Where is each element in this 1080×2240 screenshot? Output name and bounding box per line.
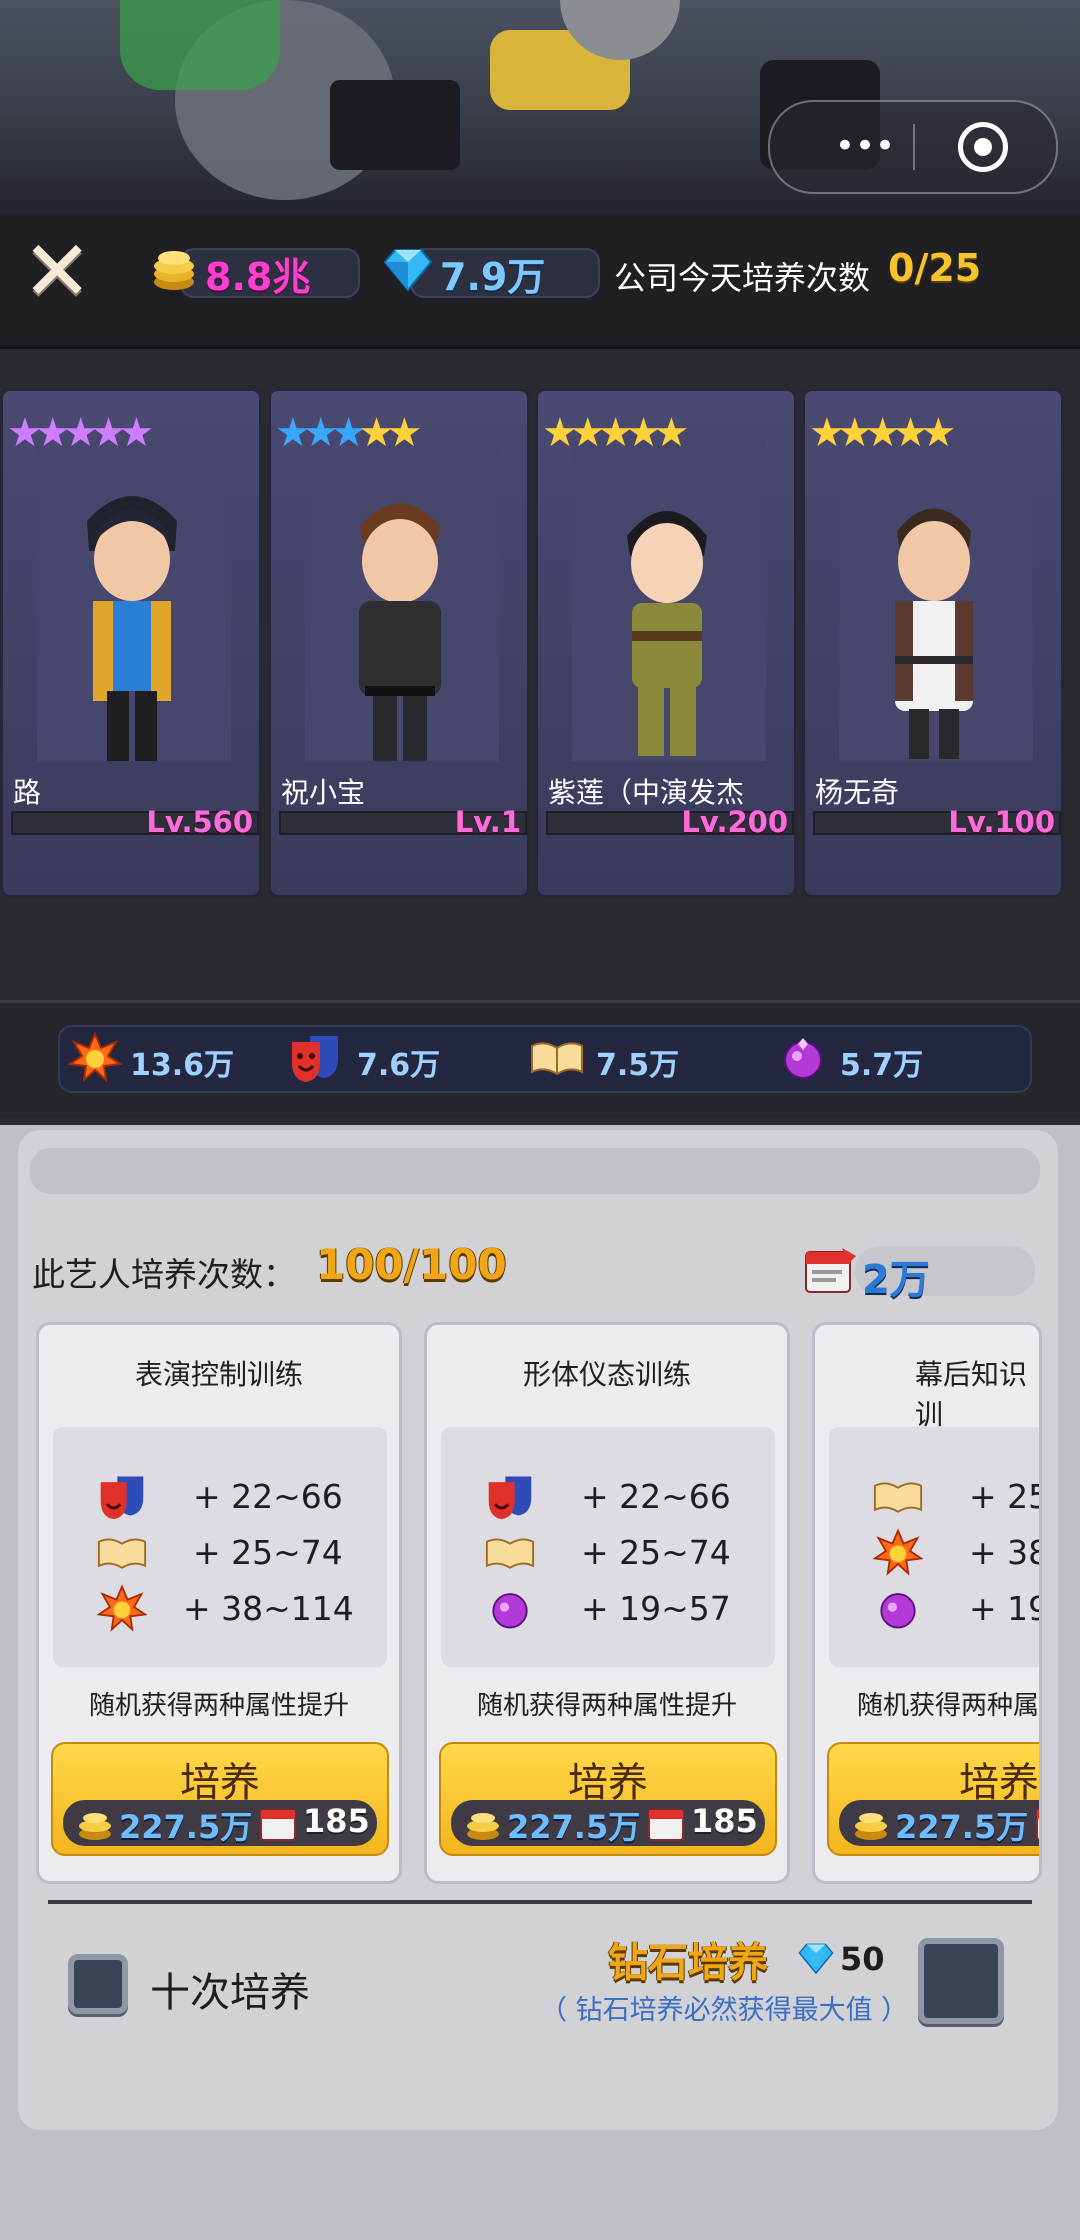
attribute-range: + 38~114 [183,1589,354,1628]
attribute-range: + 22~66 [581,1477,731,1516]
panel-header-bar [30,1148,1040,1194]
artist-avatar [627,511,707,756]
training-card[interactable]: 形体仪态训练 + 22~66 + 25~74 + 19~57 随机获得两种属性提… [424,1322,790,1884]
artist-level: Lv.1 [454,805,521,839]
ticket-cost: 185 [691,1802,758,1840]
diamond-amount: 7.9万 [440,255,546,299]
star-rating: ★★★★★ [7,410,155,456]
ten-times-label: 十次培养 [150,1970,310,2016]
diamond-training-checkbox[interactable] [918,1938,1004,2024]
stat-value: 7.6万 [357,1048,441,1083]
diamond-training-label: 钻石培养 [608,1940,768,1986]
book-icon [485,1538,535,1569]
diamond-icon [383,249,433,292]
explosion-icon [68,1031,122,1083]
train-button[interactable]: 培养 227.5万 185 [439,1742,777,1856]
coin-icon [855,1813,887,1840]
ticket-cost: 185 [303,1802,370,1840]
artist-training-count: 100/100 [316,1240,507,1289]
theater-mask-icon [488,1476,532,1520]
train-button[interactable]: 培养 227.5万 18 [827,1742,1039,1856]
coin-amount: 8.8兆 [205,255,311,299]
artist-level: Lv.560 [146,805,253,839]
script-ticket-icon [805,1248,856,1293]
attribute-range: + 25~74 [193,1533,343,1572]
stat-value: 5.7万 [840,1048,924,1083]
mini-program-capsule: ••• [768,100,1058,194]
training-card[interactable]: 表演控制训练 + 22~66 + 25~74 + 38~114 随机获得两种属性… [36,1322,402,1884]
artist-training-label: 此艺人培养次数： [32,1255,296,1294]
star-rating: ★★★★★ [809,410,957,456]
artist-card[interactable]: ★★★★★ 祝小宝 Lv.1 [268,388,530,898]
close-miniprogram-button[interactable] [958,122,1008,172]
artist-card[interactable]: ★★★★★ 路 Lv.560 [0,388,262,898]
artist-level: Lv.200 [681,805,788,839]
artist-card[interactable]: ★★★★★ 杨无奇 Lv.100 [802,388,1064,898]
divider [48,1900,1032,1904]
ten-times-checkbox[interactable] [68,1954,128,2014]
company-training-count: 0/25 [888,246,982,290]
diamond-cost: 50 [840,1940,885,1978]
theater-mask-icon [100,1476,144,1520]
purple-gem-icon [880,1593,916,1629]
coin-icon [467,1813,499,1840]
coin-cost: 227.5万 [507,1808,641,1846]
artist-avatar [87,496,177,761]
purple-gem-icon [492,1593,528,1629]
coin-icon [79,1813,111,1840]
attribute-range: + 25 [969,1477,1042,1516]
attribute-range: + 19 [969,1589,1042,1628]
theater-mask-icon [292,1036,338,1082]
more-options-button[interactable]: ••• [810,128,920,168]
diamond-training-note: （ 钻石培养必然获得最大值 ） [540,1995,909,2026]
close-icon[interactable]: ✕ [22,229,92,313]
star-rating: ★★★★★ [542,410,690,456]
artist-card-list[interactable]: ★★★★★ 路 Lv.560 ★★★★★ 祝小宝 Lv.1 ★★★★★ 紫莲（中… [0,370,1080,910]
book-icon [873,1482,923,1513]
train-button[interactable]: 培养 227.5万 185 [51,1742,389,1856]
coin-icon [154,251,194,290]
script-ticket-icon [260,1809,296,1841]
attribute-range: + 38 [969,1533,1042,1572]
training-card[interactable]: 幕后知识训 + 25 + 38 + 19 随机获得两种属 培养 227.5万 [812,1322,1042,1884]
diamond-icon [798,1943,834,1975]
training-title: 幕后知识训 [915,1358,1028,1431]
artist-level: Lv.100 [948,805,1055,839]
book-icon [97,1538,147,1569]
attribute-range: + 19~57 [581,1589,731,1628]
stat-value: 7.5万 [596,1048,680,1083]
star-rating: ★★★★★ [275,410,423,456]
explosion-icon [873,1528,923,1576]
explosion-icon [97,1584,147,1632]
attribute-range: + 25~74 [581,1533,731,1572]
artist-name: 路 [13,776,42,809]
artist-avatar [895,508,973,759]
ticket-amount: 2万 [862,1257,930,1303]
artist-name: 杨无奇 [815,776,900,809]
training-title: 表演控制训练 [134,1358,303,1391]
training-note: 随机获得两种属性提升 [88,1691,349,1721]
script-ticket-icon [648,1809,684,1841]
purple-gem-icon [784,1038,822,1079]
book-icon [531,1042,583,1076]
company-training-label: 公司今天培养次数 [614,259,871,297]
attribute-range: + 22~66 [193,1477,343,1516]
artist-name: 祝小宝 [281,776,366,809]
training-note: 随机获得两种属性提升 [476,1691,737,1721]
coin-cost: 227.5万 [119,1808,253,1846]
training-note: 随机获得两种属 [857,1691,1040,1721]
stat-value: 13.6万 [130,1048,235,1083]
artist-card[interactable]: ★★★★★ 紫莲（中演发杰 Lv.200 [535,388,797,898]
coin-cost: 227.5万 [895,1808,1029,1846]
script-ticket-icon [1036,1809,1039,1841]
artist-avatar [359,503,441,761]
training-title: 形体仪态训练 [522,1358,691,1391]
